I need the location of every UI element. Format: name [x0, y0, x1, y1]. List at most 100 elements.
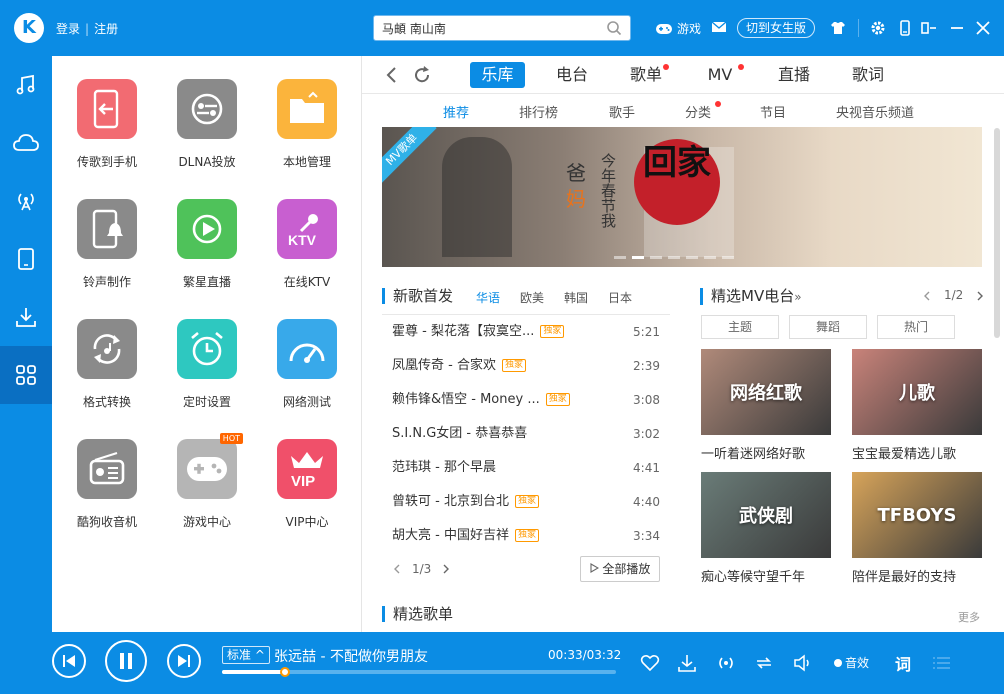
page-dot[interactable] [704, 256, 716, 259]
search-icon[interactable] [606, 20, 622, 36]
register-link[interactable]: 注册 [94, 22, 118, 36]
nav-music[interactable] [0, 56, 52, 114]
tool-game-center[interactable]: HOT 游戏中心 [157, 433, 257, 530]
tab-radio[interactable]: 电台 [555, 62, 589, 88]
next-page-icon[interactable] [975, 291, 985, 301]
tool-local-manage[interactable]: 本地管理 [257, 79, 357, 170]
prev-page-icon[interactable] [922, 291, 932, 301]
mv-radio-title[interactable]: 精选MV电台» [700, 288, 802, 305]
tool-network-test[interactable]: 网络测试 [257, 319, 357, 410]
heart-icon[interactable] [640, 653, 660, 673]
subtab-singers[interactable]: 歌手 [609, 102, 635, 121]
mv-thumbnail[interactable]: 网络红歌 [701, 349, 831, 435]
progress-knob[interactable] [280, 667, 291, 677]
mv-card[interactable]: 网络红歌 一听着迷网络好歌 [701, 349, 831, 462]
mv-thumbnail[interactable]: TFBOYS [852, 472, 982, 558]
quality-selector[interactable]: 标准 ^ [222, 646, 270, 664]
broadcast-icon[interactable] [716, 653, 736, 673]
tool-radio[interactable]: 酷狗收音机 [57, 439, 157, 530]
song-row[interactable]: 凤凰传奇 - 合家欢 独家 2:39 [382, 349, 670, 383]
prev-page-icon[interactable] [392, 564, 402, 574]
tool-dlna[interactable]: DLNA投放 [157, 79, 257, 170]
download-icon[interactable] [677, 653, 697, 673]
tab-library[interactable]: 乐库 [470, 62, 525, 88]
refresh-icon[interactable] [412, 65, 432, 85]
sound-effect-button[interactable]: 音效 [834, 654, 869, 671]
progress-bar[interactable] [222, 667, 616, 677]
playlist-queue-icon[interactable] [932, 653, 952, 673]
next-track-button[interactable] [167, 644, 201, 678]
mobile-icon[interactable] [896, 19, 914, 37]
tab-mv[interactable]: MV [705, 62, 735, 88]
mail-icon[interactable] [711, 20, 727, 34]
lyrics-button[interactable]: 词 [895, 651, 911, 675]
previous-track-button[interactable] [52, 644, 86, 678]
song-row[interactable]: 范玮琪 - 那个早晨 4:41 [382, 451, 670, 485]
close-icon[interactable] [974, 19, 992, 37]
song-row[interactable]: 霍尊 - 梨花落【寂寞空... 独家 5:21 [382, 315, 670, 349]
subtab-category[interactable]: 分类 [685, 102, 711, 121]
now-playing-title[interactable]: 张远喆 - 不配做你男朋友 [274, 646, 428, 666]
tool-timer[interactable]: 定时设置 [157, 319, 257, 410]
nav-download[interactable] [0, 288, 52, 346]
page-dot[interactable] [614, 256, 626, 259]
banner-pagination[interactable] [614, 256, 734, 259]
mv-card[interactable]: 武侠剧 痴心等候守望千年 [701, 472, 831, 585]
subtab-programs[interactable]: 节目 [760, 102, 786, 121]
subtab-cctv-music[interactable]: 央视音乐频道 [836, 102, 914, 121]
login-link[interactable]: 登录 [56, 22, 80, 36]
back-arrow-icon[interactable] [382, 65, 402, 85]
tab-live[interactable]: 直播 [777, 62, 811, 88]
song-row[interactable]: S.I.N.G女团 - 恭喜恭喜 3:02 [382, 417, 670, 451]
mv-tag-theme[interactable]: 主题 [701, 315, 779, 339]
nav-radio[interactable] [0, 172, 52, 230]
lang-tab-japanese[interactable]: 日本 [608, 289, 632, 306]
mv-tag-dance[interactable]: 舞蹈 [789, 315, 867, 339]
page-dot[interactable] [686, 256, 698, 259]
lang-tab-chinese[interactable]: 华语 [476, 289, 500, 306]
more-link[interactable]: 更多 [958, 609, 980, 625]
mv-card[interactable]: 儿歌 宝宝最爱精选儿歌 [852, 349, 982, 462]
volume-icon[interactable] [793, 653, 813, 673]
subtab-recommend[interactable]: 推荐 [443, 102, 469, 121]
mv-thumbnail[interactable]: 儿歌 [852, 349, 982, 435]
song-row[interactable]: 胡大亮 - 中国好吉祥 独家 3:34 [382, 519, 670, 553]
tool-vip-center[interactable]: VIP VIP中心 [257, 439, 357, 530]
tool-ringtone[interactable]: 铃声制作 [57, 199, 157, 290]
pause-button[interactable] [105, 640, 147, 682]
lang-tab-western[interactable]: 欧美 [520, 289, 544, 306]
mv-card[interactable]: TFBOYS 陪伴是最好的支持 [852, 472, 982, 585]
page-dot[interactable] [668, 256, 680, 259]
nav-cloud[interactable] [0, 114, 52, 172]
game-entry[interactable]: 游戏 [655, 20, 701, 37]
repeat-icon[interactable] [754, 653, 774, 673]
page-dot[interactable] [650, 256, 662, 259]
mv-tag-hot[interactable]: 热门 [877, 315, 955, 339]
page-dot[interactable] [632, 256, 644, 259]
kugou-logo[interactable]: K [14, 13, 44, 43]
promo-banner[interactable]: MV歌单 爸 妈 今年春节我 回家 [382, 127, 982, 267]
settings-gear-icon[interactable] [869, 19, 887, 37]
page-dot[interactable] [722, 256, 734, 259]
tool-transfer-to-phone[interactable]: 传歌到手机 [57, 79, 157, 170]
minimize-icon[interactable] [948, 19, 966, 37]
tool-live[interactable]: 繁星直播 [157, 199, 257, 290]
lang-tab-korean[interactable]: 韩国 [564, 289, 588, 306]
scrollbar[interactable] [994, 128, 1000, 338]
song-row[interactable]: 赖伟锋&悟空 - Money ... 独家 3:08 [382, 383, 670, 417]
search-input[interactable] [374, 16, 594, 40]
nav-device[interactable] [0, 230, 52, 288]
tab-lyrics[interactable]: 歌词 [851, 62, 885, 88]
tool-format-convert[interactable]: 格式转换 [57, 319, 157, 410]
tool-ktv[interactable]: KTV 在线KTV [257, 199, 357, 290]
skin-shirt-icon[interactable] [829, 19, 847, 37]
nav-apps[interactable] [0, 346, 52, 404]
play-all-button[interactable]: 全部播放 [580, 556, 660, 582]
subtab-charts[interactable]: 排行榜 [519, 102, 558, 121]
tab-playlist[interactable]: 歌单 [629, 62, 663, 88]
mini-mode-icon[interactable] [920, 19, 938, 37]
mv-thumbnail[interactable]: 武侠剧 [701, 472, 831, 558]
next-page-icon[interactable] [441, 564, 451, 574]
song-row[interactable]: 曾轶可 - 北京到台北 独家 4:40 [382, 485, 670, 519]
switch-female-version-button[interactable]: 切到女生版 [737, 18, 816, 38]
